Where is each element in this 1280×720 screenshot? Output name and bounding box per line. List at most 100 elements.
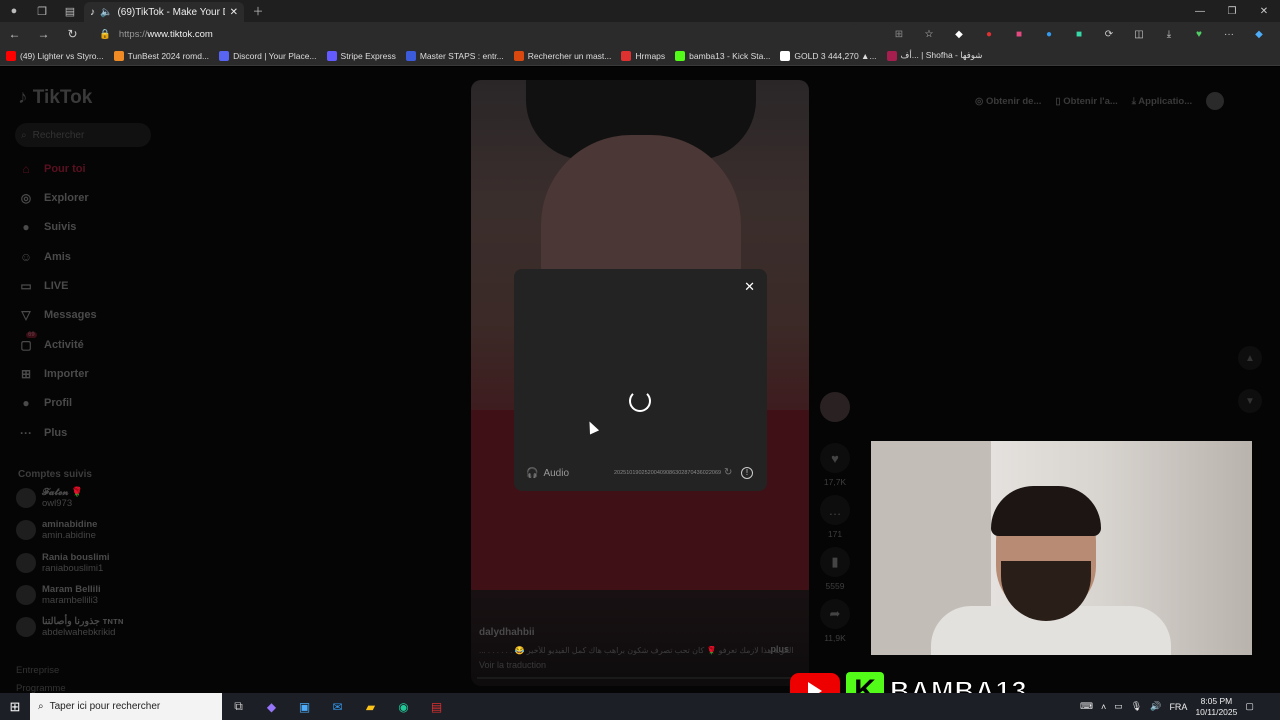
workspaces-icon[interactable]: ❐ [28, 0, 56, 22]
browser-toolbar: ← → ↻ 🔒 https://www.tiktok.com ⊞ ☆ ◆ ● ■… [0, 22, 1280, 46]
followed-account[interactable]: 𝓕𝓪𝓽𝓮𝓷 🌹 owl973 [16, 487, 83, 509]
extension-red-icon[interactable]: ● [974, 29, 1004, 40]
close-icon[interactable]: ✕ [744, 279, 755, 295]
upload-icon: ⊞ [20, 367, 32, 381]
extension-diamond-icon[interactable]: ◆ [944, 29, 974, 40]
taskbar-search-input[interactable]: ⌕ Taper ici pour rechercher [30, 693, 222, 720]
bookmark-count: 5559 [825, 581, 845, 591]
bookmark-item[interactable]: Hrmaps [621, 50, 665, 61]
remote-app[interactable]: ▤ [420, 700, 453, 714]
comment-count: 171 [827, 529, 843, 539]
user-avatar[interactable] [1206, 92, 1225, 110]
avatar [16, 585, 36, 605]
video-description: ... . . . . . . 😂 الكوبة هذا لازمك تعرفو… [479, 646, 794, 655]
nav-profile[interactable]: ● Profil [18, 396, 72, 410]
nav-following[interactable]: ● Suivis [18, 220, 76, 234]
address-bar[interactable]: 🔒 https://www.tiktok.com [93, 24, 863, 44]
task-view-button[interactable]: ⧉ [222, 699, 255, 714]
tiktok-logo[interactable]: ♪ TikTok [18, 87, 92, 109]
video-author[interactable]: dalydhahbii [479, 627, 799, 638]
video-progress-bar[interactable] [477, 677, 797, 679]
followed-account[interactable]: aminabidine amin.abidine [16, 519, 97, 541]
nav-messages[interactable]: ▽ Messages [18, 308, 96, 322]
more-link[interactable]: plus [770, 644, 789, 654]
microphone-icon[interactable]: 🎙 [1131, 701, 1142, 712]
nav-friends[interactable]: ☺ Amis [18, 250, 71, 264]
new-tab-button[interactable]: ＋ [244, 0, 272, 22]
nav-more[interactable]: ··· Plus [18, 426, 67, 440]
get-coins-button[interactable]: ◎ Obtenir de... [975, 96, 1041, 107]
chevron-up-icon[interactable]: ˄ [1101, 702, 1106, 712]
extension-pink-icon[interactable]: ■ [1004, 29, 1034, 40]
outlook-app[interactable]: ✉ [321, 700, 354, 714]
nav-upload[interactable]: ⊞ Importer [18, 367, 89, 381]
audio-button[interactable]: 🎧 Audio [526, 468, 569, 479]
folder-icon: ▰ [365, 699, 376, 714]
bookmark-item[interactable]: Stripe Express [326, 50, 396, 61]
favorite-star-icon[interactable]: ☆ [914, 29, 944, 40]
back-button[interactable]: ← [0, 27, 29, 41]
speaker-icon[interactable]: 🔈 [100, 7, 112, 18]
see-translation-link[interactable]: Voir la traduction [479, 660, 799, 670]
previous-video-button[interactable]: ▲ [1238, 346, 1262, 370]
more-menu-icon[interactable]: ··· [1214, 29, 1244, 40]
comment-action[interactable]: … 171 [820, 495, 850, 539]
extension-green-icon[interactable]: ■ [1064, 29, 1094, 40]
minimize-button[interactable]: — [1184, 6, 1216, 17]
store-app[interactable]: ▣ [288, 700, 321, 714]
refresh-icon[interactable]: ↻ [724, 467, 732, 478]
info-icon[interactable]: ! [741, 467, 753, 479]
followed-account[interactable]: Rania bouslimi raniabouslimi1 [16, 552, 110, 574]
bookmark-item[interactable]: Rechercher un mast... [513, 50, 611, 61]
language-indicator[interactable]: FRA [1169, 702, 1187, 712]
footer-link-business[interactable]: Entreprise [16, 665, 59, 676]
bookmark-item[interactable]: bamba13 - Kick Sta... [675, 50, 770, 61]
vertical-tabs-icon[interactable]: ▤ [56, 0, 84, 22]
nav-activity[interactable]: ▢ Activité 69 [18, 332, 84, 352]
split-screen-icon[interactable]: ◫ [1124, 29, 1154, 40]
copilot-app[interactable]: ◆ [255, 700, 288, 714]
bookmark-item[interactable]: GOLD 3 444,270 ▲... [780, 50, 877, 61]
extension-blue-icon[interactable]: ● [1034, 29, 1064, 40]
bookmark-item[interactable]: Master STAPS : entr... [405, 50, 504, 61]
refresh-button[interactable]: ↻ [58, 27, 87, 41]
bookmark-action[interactable]: ▮ 5559 [820, 547, 850, 591]
clock[interactable]: 8:05 PM 10/11/2025 [1195, 696, 1237, 718]
next-video-button[interactable]: ▼ [1238, 389, 1262, 413]
bookmark-item[interactable]: (49) Lighter vs Styro... [6, 50, 104, 61]
search-input[interactable]: ⌕ Rechercher [15, 123, 151, 147]
bookmark-item[interactable]: أف... | Shofha - شوفها [886, 50, 982, 61]
bookmark-item[interactable]: Discord | Your Place... [219, 50, 317, 61]
bookmarks-bar: (49) Lighter vs Styro... TunBest 2024 ro… [0, 46, 1280, 66]
volume-icon[interactable]: 🔊 [1150, 701, 1161, 712]
profile-icon[interactable]: ● [0, 0, 28, 22]
followed-account[interactable]: جذورنا وأصالتنا ᴛɴᴛɴ abdelwahebkrikid [16, 616, 124, 638]
windows-icon: ⊞ [9, 698, 21, 714]
copilot-icon[interactable]: ◆ [1244, 29, 1274, 40]
like-action[interactable]: ♥ 17,7K [820, 443, 850, 487]
pc-app-button[interactable]: ⤓ Applicatio... [1132, 96, 1192, 107]
share-action[interactable]: ➦ 11,9K [820, 599, 850, 643]
followed-account[interactable]: Maram Bellili marambellili3 [16, 584, 101, 606]
app-available-icon[interactable]: ⊞ [884, 29, 914, 40]
close-window-button[interactable]: ✕ [1248, 6, 1280, 17]
edge-app[interactable]: ◉ [387, 700, 420, 714]
extensions-puzzle-icon[interactable]: ⟳ [1094, 29, 1124, 40]
tab-tiktok[interactable]: ♪ 🔈 (69)TikTok - Make Your Day ✕ [84, 2, 244, 22]
notifications-icon[interactable]: ▢ [1245, 701, 1254, 712]
nav-live[interactable]: ▭ LIVE [18, 279, 68, 293]
tab-close-icon[interactable]: ✕ [230, 7, 238, 18]
forward-button[interactable]: → [29, 27, 58, 41]
nav-for-you[interactable]: ⌂ Pour toi [18, 162, 85, 176]
creator-avatar[interactable] [820, 392, 850, 422]
file-explorer-app[interactable]: ▰ [354, 700, 387, 714]
get-app-button[interactable]: ▯ Obtenir l'a... [1055, 96, 1117, 107]
start-button[interactable]: ⊞ [0, 699, 30, 715]
nav-explore[interactable]: ◎ Explorer [18, 191, 89, 205]
maximize-button[interactable]: ❐ [1216, 6, 1248, 17]
network-icon[interactable]: ▭ [1114, 701, 1123, 712]
bookmark-item[interactable]: TunBest 2024 romd... [113, 50, 209, 61]
keyboard-icon[interactable]: ⌨ [1080, 701, 1093, 712]
download-icon[interactable]: ⤓ [1154, 29, 1184, 40]
browser-essentials-icon[interactable]: ♥ [1184, 29, 1214, 40]
